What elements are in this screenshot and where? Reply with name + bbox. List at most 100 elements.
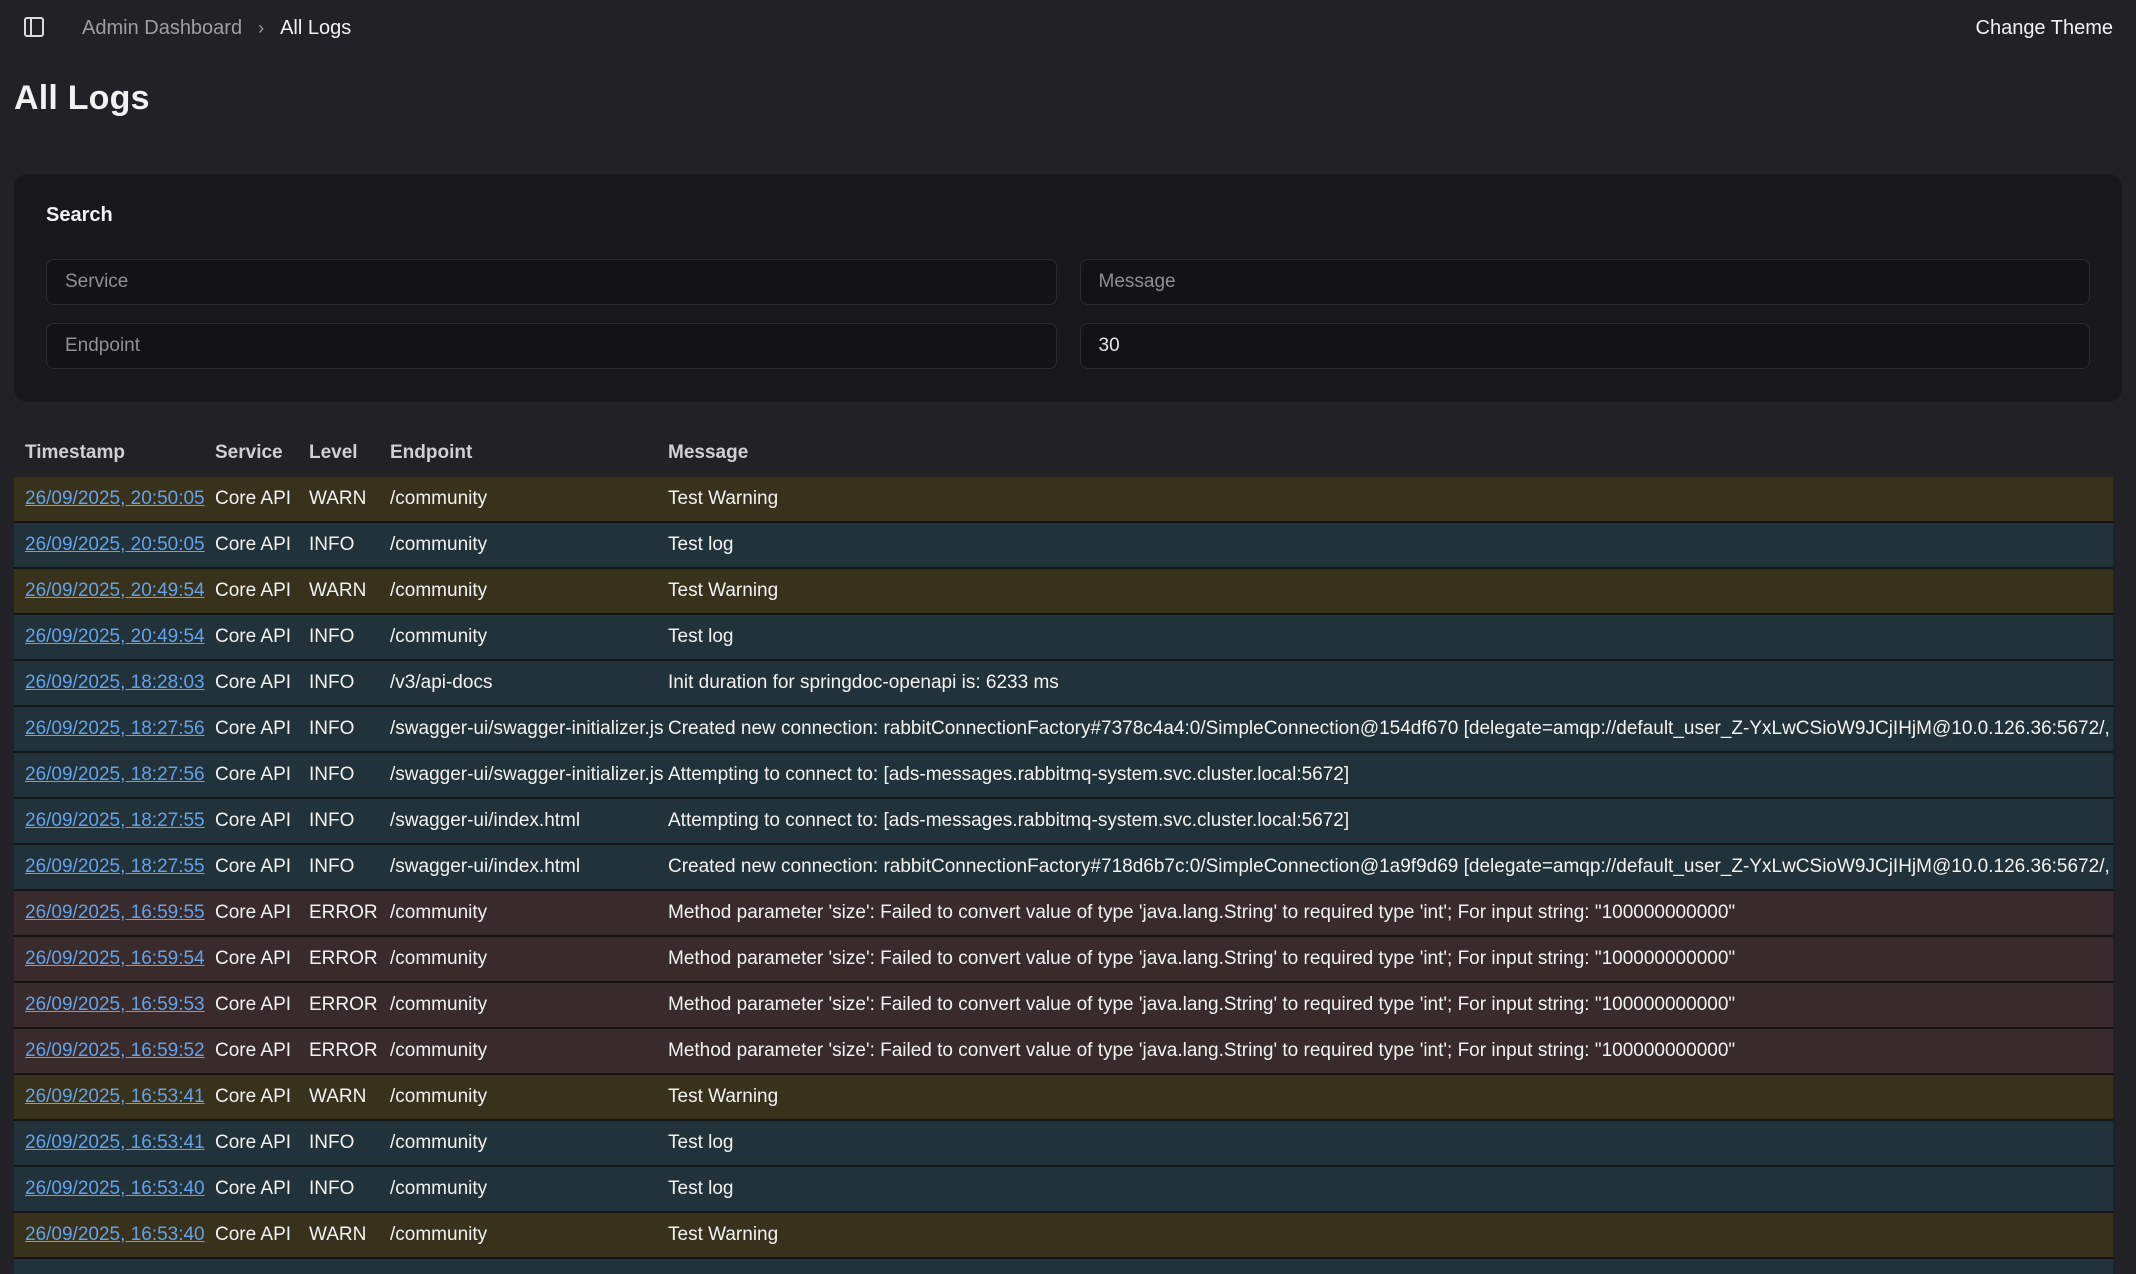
timestamp-link[interactable]: 26/09/2025, 16:53:40 bbox=[25, 1178, 205, 1199]
timestamp-link[interactable]: 26/09/2025, 16:53:41 bbox=[25, 1086, 205, 1107]
cell-service: Core API bbox=[215, 488, 309, 510]
timestamp-link[interactable]: 26/09/2025, 16:53:41 bbox=[25, 1132, 205, 1153]
column-header-level: Level bbox=[309, 442, 390, 464]
cell-endpoint: /community bbox=[390, 626, 668, 648]
table-row: 26/09/2025, 16:53:41 Core API INFO /comm… bbox=[14, 1121, 2113, 1167]
timestamp-link[interactable]: 26/09/2025, 16:59:54 bbox=[25, 948, 205, 969]
cell-message: Test log bbox=[668, 1178, 2113, 1200]
cell-level: WARN bbox=[309, 488, 390, 510]
cell-message: Method parameter 'size': Failed to conve… bbox=[668, 994, 2113, 1016]
cell-level: INFO bbox=[309, 810, 390, 832]
table-row: 26/09/2025, 16:53:40 Core API INFO /comm… bbox=[14, 1167, 2113, 1213]
table-row: 26/09/2025, 18:27:56 Core API INFO /swag… bbox=[14, 753, 2113, 799]
timestamp-link[interactable]: 26/09/2025, 18:27:56 bbox=[25, 764, 205, 785]
breadcrumb-separator-icon: › bbox=[258, 18, 264, 39]
table-row: 26/09/2025, 16:59:52 Core API ERROR /com… bbox=[14, 1029, 2113, 1075]
timestamp-link[interactable]: 26/09/2025, 18:27:55 bbox=[25, 810, 205, 831]
table-row: 26/09/2025, 18:27:56 Core API INFO /swag… bbox=[14, 707, 2113, 753]
table-row: 26/09/2025, 16:59:54 Core API ERROR /com… bbox=[14, 937, 2113, 983]
cell-level: INFO bbox=[309, 856, 390, 878]
cell-level: ERROR bbox=[309, 948, 390, 970]
cell-service: Core API bbox=[215, 994, 309, 1016]
timestamp-link[interactable]: 26/09/2025, 20:50:05 bbox=[25, 534, 205, 555]
cell-endpoint: /swagger-ui/swagger-initializer.js bbox=[390, 764, 668, 786]
cell-endpoint: /swagger-ui/swagger-initializer.js bbox=[390, 718, 668, 740]
log-table-body: 26/09/2025, 20:50:05 Core API WARN /comm… bbox=[14, 477, 2113, 1274]
cell-message: Method parameter 'size': Failed to conve… bbox=[668, 902, 2113, 924]
cell-service: Core API bbox=[215, 948, 309, 970]
cell-service: Core API bbox=[215, 1132, 309, 1154]
table-row: 26/09/2025, 16:53:40 Core API WARN /comm… bbox=[14, 1213, 2113, 1259]
endpoint-filter-input[interactable] bbox=[46, 323, 1057, 369]
search-fields-grid bbox=[46, 259, 2090, 369]
change-theme-button[interactable]: Change Theme bbox=[1976, 17, 2114, 40]
timestamp-link[interactable]: 26/09/2025, 20:50:05 bbox=[25, 488, 205, 509]
timestamp-link[interactable]: 26/09/2025, 20:49:54 bbox=[25, 580, 205, 601]
timestamp-link[interactable]: 26/09/2025, 16:53:40 bbox=[25, 1224, 205, 1245]
cell-message: Attempting to connect to: [ads-messages.… bbox=[668, 810, 2113, 832]
cell-level: INFO bbox=[309, 626, 390, 648]
table-row: 26/09/2025, 18:27:55 Core API INFO /swag… bbox=[14, 845, 2113, 891]
cell-message: Test Warning bbox=[668, 1086, 2113, 1108]
table-row: 26/09/2025, 20:50:05 Core API INFO /comm… bbox=[14, 523, 2113, 569]
timestamp-link[interactable]: 26/09/2025, 18:27:56 bbox=[25, 718, 205, 739]
breadcrumb-parent-link[interactable]: Admin Dashboard bbox=[82, 17, 242, 40]
cell-message: Test log bbox=[668, 534, 2113, 556]
cell-message: Created new connection: rabbitConnection… bbox=[668, 718, 2113, 740]
cell-level: INFO bbox=[309, 1132, 390, 1154]
timestamp-link[interactable]: 26/09/2025, 16:59:53 bbox=[25, 994, 205, 1015]
log-table: Timestamp Service Level Endpoint Message… bbox=[14, 429, 2113, 1274]
cell-endpoint: /community bbox=[390, 994, 668, 1016]
message-filter-input[interactable] bbox=[1080, 259, 2091, 305]
timestamp-link[interactable]: 26/09/2025, 16:59:55 bbox=[25, 902, 205, 923]
cell-level: ERROR bbox=[309, 994, 390, 1016]
cell-service: Core API bbox=[215, 1224, 309, 1246]
limit-input[interactable] bbox=[1080, 323, 2091, 369]
cell-level: INFO bbox=[309, 672, 390, 694]
cell-level: WARN bbox=[309, 1224, 390, 1246]
cell-message: Test log bbox=[668, 626, 2113, 648]
log-table-header: Timestamp Service Level Endpoint Message bbox=[14, 429, 2113, 477]
sidebar-toggle-button[interactable] bbox=[18, 11, 50, 46]
cell-service: Core API bbox=[215, 902, 309, 924]
cell-service: Core API bbox=[215, 856, 309, 878]
cell-endpoint: /v3/api-docs bbox=[390, 672, 668, 694]
cell-level: INFO bbox=[309, 718, 390, 740]
timestamp-link[interactable]: 26/09/2025, 20:49:54 bbox=[25, 626, 205, 647]
cell-service: Core API bbox=[215, 626, 309, 648]
page-title: All Logs bbox=[14, 78, 2136, 118]
cell-message: Method parameter 'size': Failed to conve… bbox=[668, 948, 2113, 970]
topbar: Admin Dashboard › All Logs Change Theme bbox=[0, 0, 2136, 56]
cell-level: INFO bbox=[309, 534, 390, 556]
cell-message: Init duration for springdoc-openapi is: … bbox=[668, 672, 2113, 694]
table-row: 26/09/2025, 16:53:41 Core API WARN /comm… bbox=[14, 1075, 2113, 1121]
timestamp-link[interactable]: 26/09/2025, 16:59:52 bbox=[25, 1040, 205, 1061]
cell-endpoint: /swagger-ui/index.html bbox=[390, 856, 668, 878]
cell-endpoint: /community bbox=[390, 948, 668, 970]
cell-endpoint: /community bbox=[390, 1224, 668, 1246]
cell-service: Core API bbox=[215, 672, 309, 694]
table-row: 26/09/2025, 20:49:54 Core API WARN /comm… bbox=[14, 569, 2113, 615]
table-row: 26/09/2025, 18:28:03 Core API INFO /v3/a… bbox=[14, 661, 2113, 707]
table-row: 26/09/2025, 20:50:05 Core API WARN /comm… bbox=[14, 477, 2113, 523]
breadcrumb-current: All Logs bbox=[280, 17, 351, 40]
cell-endpoint: /community bbox=[390, 580, 668, 602]
service-filter-input[interactable] bbox=[46, 259, 1057, 305]
cell-service: Core API bbox=[215, 1086, 309, 1108]
column-header-timestamp: Timestamp bbox=[25, 442, 215, 464]
cell-endpoint: /community bbox=[390, 902, 668, 924]
cell-endpoint: /community bbox=[390, 1178, 668, 1200]
cell-endpoint: /community bbox=[390, 1086, 668, 1108]
cell-endpoint: /community bbox=[390, 534, 668, 556]
timestamp-link[interactable]: 26/09/2025, 18:27:55 bbox=[25, 856, 205, 877]
cell-level: WARN bbox=[309, 580, 390, 602]
cell-message: Test Warning bbox=[668, 488, 2113, 510]
table-row: 26/09/2025, 16:59:55 Core API ERROR /com… bbox=[14, 891, 2113, 937]
page: Admin Dashboard › All Logs Change Theme … bbox=[0, 0, 2136, 1274]
cell-message: Test log bbox=[668, 1132, 2113, 1154]
cell-message: Test Warning bbox=[668, 1224, 2113, 1246]
cell-service: Core API bbox=[215, 718, 309, 740]
cell-endpoint: /community bbox=[390, 488, 668, 510]
timestamp-link[interactable]: 26/09/2025, 18:28:03 bbox=[25, 672, 205, 693]
cell-level: ERROR bbox=[309, 902, 390, 924]
